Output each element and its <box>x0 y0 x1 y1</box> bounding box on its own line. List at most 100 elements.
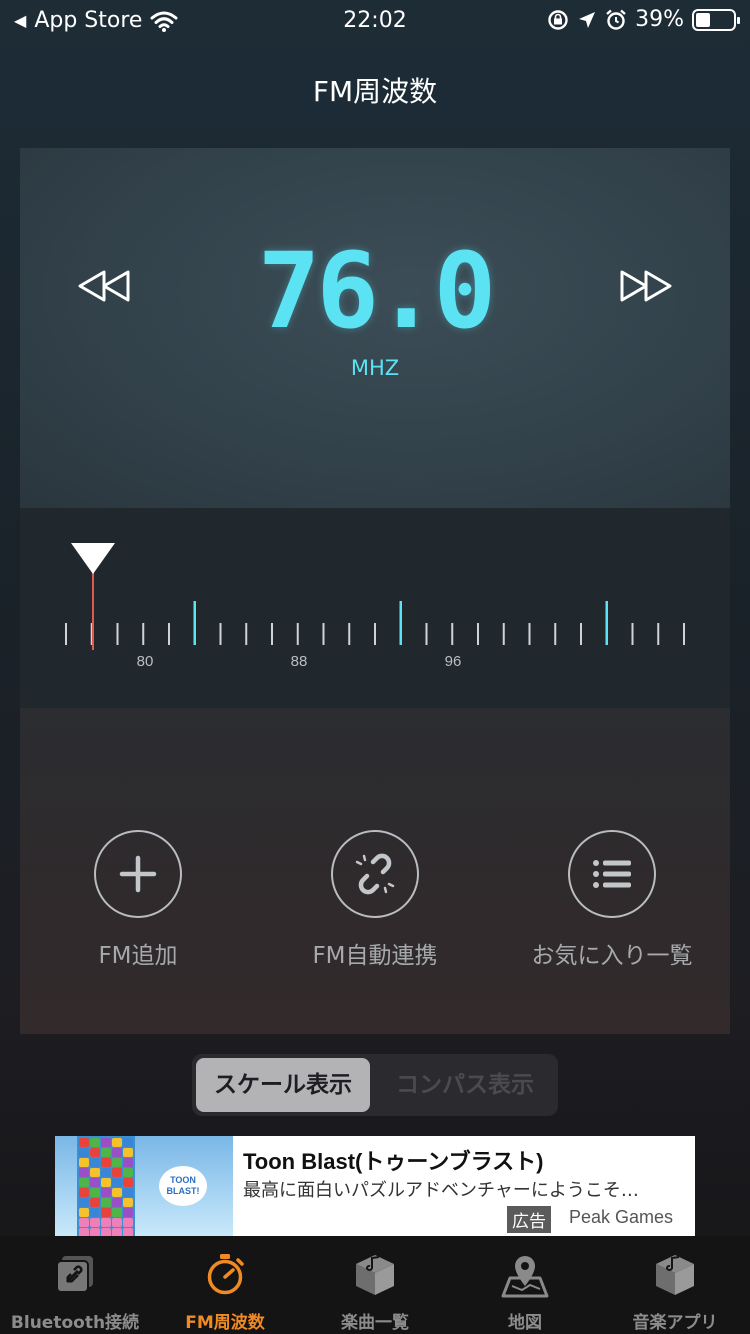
auto-link-circle[interactable] <box>331 830 419 918</box>
broken-link-icon <box>355 853 395 895</box>
scale-label-80: 80 <box>137 653 154 670</box>
scale-ruler[interactable]: 80 88 96 <box>20 508 730 708</box>
ad-block <box>79 1198 89 1207</box>
list-icon <box>593 860 631 888</box>
ad-block <box>90 1168 100 1177</box>
tab-song-list[interactable]: 楽曲一覧 <box>300 1236 450 1334</box>
add-circle[interactable] <box>94 830 182 918</box>
scale-view-tab[interactable]: スケール表示 <box>196 1058 370 1112</box>
tab-music-apps[interactable]: 音楽アプリ <box>600 1236 750 1334</box>
ad-block <box>112 1138 122 1147</box>
music-box-icon <box>656 1255 694 1295</box>
status-bar: ◀ App Store 22:02 39% <box>0 0 750 42</box>
ad-block <box>101 1228 111 1236</box>
ad-advertiser: Peak Games <box>569 1207 674 1227</box>
ad-block <box>112 1148 122 1157</box>
tuner-needle-head[interactable] <box>71 543 115 574</box>
favorites-circle[interactable] <box>568 830 656 918</box>
ad-block <box>112 1168 122 1177</box>
music-box-icon <box>356 1255 394 1295</box>
ad-block <box>90 1158 100 1167</box>
ad-block <box>79 1188 89 1197</box>
ad-block <box>123 1228 133 1236</box>
ad-block <box>123 1138 133 1147</box>
ad-block <box>101 1148 111 1157</box>
ad-block <box>101 1168 111 1177</box>
scale-label-96: 96 <box>445 653 462 670</box>
plus-icon <box>119 855 157 893</box>
ad-block <box>90 1198 100 1207</box>
link-icon <box>56 1256 93 1293</box>
ad-block <box>112 1178 122 1187</box>
ad-block <box>123 1208 133 1217</box>
stopwatch-icon <box>207 1254 244 1295</box>
ad-block <box>123 1188 133 1197</box>
tab-bluetooth[interactable]: Bluetooth接続 <box>0 1236 150 1334</box>
ad-banner[interactable]: TOON BLAST! Toon Blast(トゥーンブラスト) 最高に面白いパ… <box>55 1136 695 1236</box>
page-title: FM周波数 <box>312 75 438 108</box>
ad-block <box>90 1148 100 1157</box>
tab-bar: Bluetooth接続 FM周波数 楽曲一覧 地図 音楽アプリ <box>0 1236 750 1334</box>
tab-bluetooth-label: Bluetooth接続 <box>10 1313 140 1333</box>
location-arrow-icon <box>579 11 596 28</box>
tab-fm-frequency-label: FM周波数 <box>185 1313 265 1333</box>
ad-block <box>79 1158 89 1167</box>
ad-block <box>101 1188 111 1197</box>
ad-block <box>123 1198 133 1207</box>
favorites-list-button[interactable]: お気に入り一覧 <box>502 830 722 970</box>
ad-title[interactable]: Toon Blast(トゥーンブラスト) <box>243 1144 543 1176</box>
tab-music-apps-label: 音楽アプリ <box>632 1313 718 1333</box>
tab-map-label: 地図 <box>508 1313 542 1333</box>
scale-label-88: 88 <box>291 653 308 670</box>
fm-auto-link-label: FM自動連携 <box>312 943 438 969</box>
ad-block <box>79 1208 89 1217</box>
view-mode-toggle: スケール表示 コンパス表示 <box>192 1054 558 1116</box>
map-pin-icon <box>501 1256 549 1298</box>
ad-block <box>79 1218 89 1227</box>
ad-block <box>112 1158 122 1167</box>
ad-description: 最高に面白いパズルアドベンチャーにようこそ… <box>243 1180 639 1201</box>
ad-block <box>112 1208 122 1217</box>
ad-block <box>79 1148 89 1157</box>
ad-block <box>112 1198 122 1207</box>
add-fm-label: FM追加 <box>98 943 178 969</box>
ad-block <box>101 1138 111 1147</box>
ad-block <box>101 1158 111 1167</box>
favorites-list-label: お気に入り一覧 <box>531 943 693 969</box>
radio-panel: 76.0 MHZ 80 88 96 FM追加 FM自動連携 お気に入り一覧 <box>20 148 730 1034</box>
ad-block <box>123 1168 133 1177</box>
battery-icon <box>692 8 740 31</box>
alarm-icon <box>606 9 626 30</box>
ad-block <box>101 1198 111 1207</box>
frequency-display: 76.0 MHZ <box>20 148 730 508</box>
ad-block <box>112 1218 122 1227</box>
ad-block <box>123 1218 133 1227</box>
ad-block <box>101 1178 111 1187</box>
ad-image[interactable]: TOON BLAST! <box>55 1136 233 1236</box>
ad-block <box>112 1228 122 1236</box>
ad-block <box>123 1148 133 1157</box>
battery-percent: 39% <box>635 7 684 32</box>
tab-song-list-label: 楽曲一覧 <box>341 1313 409 1333</box>
ad-block <box>90 1218 100 1227</box>
nav-header: FM周波数 <box>0 42 750 128</box>
ad-game-logo: TOON BLAST! <box>159 1166 207 1206</box>
frequency-scale[interactable]: 80 88 96 <box>20 508 730 708</box>
ad-block <box>79 1228 89 1236</box>
add-fm-button[interactable]: FM追加 <box>28 830 248 970</box>
compass-view-tab[interactable]: コンパス表示 <box>378 1058 552 1112</box>
tab-fm-frequency[interactable]: FM周波数 <box>150 1236 300 1334</box>
ad-block <box>123 1158 133 1167</box>
fm-auto-link-button[interactable]: FM自動連携 <box>265 830 485 970</box>
ad-block <box>90 1208 100 1217</box>
tab-map[interactable]: 地図 <box>450 1236 600 1334</box>
frequency-unit: MHZ <box>350 356 400 380</box>
ad-block <box>90 1188 100 1197</box>
ad-block <box>101 1208 111 1217</box>
control-panel: FM追加 FM自動連携 お気に入り一覧 <box>20 708 730 1034</box>
ad-game-blocks <box>77 1136 135 1236</box>
seek-forward-icon[interactable] <box>612 266 676 306</box>
ad-badge: 広告 <box>507 1206 551 1233</box>
ad-block <box>90 1178 100 1187</box>
ad-block <box>112 1188 122 1197</box>
